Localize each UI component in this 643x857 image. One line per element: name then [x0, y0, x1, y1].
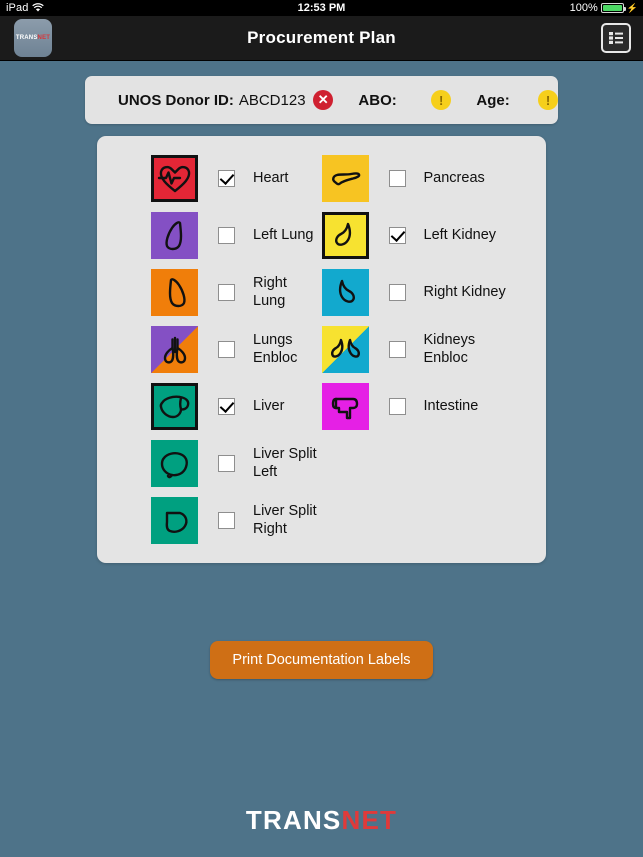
unchecked-checkbox-icon[interactable] [388, 170, 406, 187]
device-label: iPad [6, 2, 29, 14]
abo-label: ABO: [358, 91, 397, 109]
kidneys-enbloc-icon [331, 338, 360, 358]
donor-info-bar: UNOS Donor ID: ABCD123 ✕ ABO: ! Age: ! [85, 76, 558, 124]
navigation-bar: TRANSNET Procurement Plan [0, 16, 643, 61]
left-lung-icon [164, 220, 182, 250]
donor-id-value: ABCD123 [238, 91, 306, 109]
action-area: Print Documentation Labels [0, 641, 643, 679]
app-logo-text-accent: NET [37, 35, 51, 41]
organ-label: Intestine [423, 397, 479, 414]
organ-row[interactable]: Intestine [321, 378, 547, 435]
unchecked-checkbox-icon[interactable] [218, 455, 235, 472]
organ-label: Heart [253, 169, 289, 186]
organ-row[interactable]: Kidneys Enbloc [321, 321, 547, 378]
organ-tile-liver-split-left[interactable] [151, 440, 198, 487]
pancreas-icon [332, 171, 361, 185]
error-circle-icon[interactable]: ✕ [313, 90, 334, 110]
app-logo-text: TRANSNET [16, 35, 50, 41]
organ-row[interactable]: Left Lung [151, 207, 322, 264]
list-grid-icon [609, 32, 623, 44]
organ-label: Right Kidney [423, 283, 506, 300]
organ-tile-right-kidney[interactable] [321, 269, 369, 316]
intestine-icon [331, 397, 359, 419]
unchecked-checkbox-icon[interactable] [388, 341, 406, 358]
liver-split-right-icon [165, 511, 188, 533]
app-logo-text-primary: TRANS [15, 35, 38, 41]
unchecked-checkbox-icon[interactable] [218, 284, 235, 301]
organ-tile-liver[interactable] [151, 383, 198, 430]
organ-label: Right Lung [253, 274, 287, 309]
organ-row[interactable]: Liver [151, 378, 322, 435]
liver-icon [159, 395, 189, 418]
unchecked-checkbox-icon[interactable] [218, 512, 235, 529]
status-bar-left: iPad [6, 2, 45, 14]
left-kidney-icon [335, 222, 352, 246]
liver-split-left-icon [160, 451, 188, 478]
organ-label: Liver Split Right [253, 502, 317, 537]
checked-checkbox-icon[interactable] [388, 227, 406, 244]
organ-tile-left-kidney[interactable] [321, 212, 369, 259]
age-label: Age: [476, 91, 510, 109]
page-title: Procurement Plan [247, 28, 396, 47]
organ-column-right: Pancreas Left Kidney Right Kidney Kidneys En… [321, 150, 547, 549]
organ-tile-heart[interactable] [151, 155, 198, 202]
organ-row[interactable]: Left Kidney [321, 207, 547, 264]
lightning-bolt-icon: ⚡ [626, 2, 638, 13]
abo-warning-circle-icon[interactable]: ! [431, 90, 452, 110]
organ-tile-left-lung[interactable] [151, 212, 198, 259]
footer-logo: TRANSNET [246, 805, 397, 835]
unchecked-checkbox-icon[interactable] [388, 284, 406, 301]
footer-logo-accent: NET [341, 805, 398, 835]
age-warning-circle-icon[interactable]: ! [538, 90, 558, 110]
menu-button[interactable] [601, 23, 631, 53]
battery-percent-label: 100% [569, 2, 598, 14]
organ-tile-lungs-enbloc[interactable] [151, 326, 198, 373]
lungs-enbloc-icon [163, 336, 186, 364]
app-root: iPad 12:53 PM 100% ⚡ TRANSNET Procuremen… [0, 0, 643, 857]
transnet-app-logo[interactable]: TRANSNET [14, 19, 52, 57]
right-kidney-icon [338, 279, 355, 303]
organ-label: Kidneys Enbloc [423, 331, 476, 366]
battery-icon [600, 3, 626, 13]
checked-checkbox-icon[interactable] [218, 398, 235, 415]
organ-row[interactable]: Liver Split Right [151, 492, 322, 549]
organ-tile-right-lung[interactable] [151, 269, 198, 316]
status-bar-clock: 12:53 PM [297, 2, 346, 14]
checked-checkbox-icon[interactable] [218, 170, 235, 187]
organ-label: Left Kidney [423, 226, 497, 243]
wifi-icon [32, 3, 45, 13]
right-lung-icon [168, 277, 186, 307]
organ-label: Left Lung [253, 226, 314, 243]
organ-column-left: Heart Left Lung Right Lung Lungs Enbloc Live… [97, 150, 322, 549]
status-bar: iPad 12:53 PM 100% ⚡ [0, 0, 643, 16]
organ-label: Liver Split Left [253, 445, 317, 480]
print-documentation-labels-button[interactable]: Print Documentation Labels [210, 641, 433, 679]
organ-tile-liver-split-right[interactable] [151, 497, 198, 544]
organ-tile-kidneys-enbloc[interactable] [321, 326, 369, 373]
unchecked-checkbox-icon[interactable] [388, 398, 406, 415]
organ-row[interactable]: Liver Split Left [151, 435, 322, 492]
organ-row[interactable]: Lungs Enbloc [151, 321, 322, 378]
organ-row[interactable]: Pancreas [321, 150, 547, 207]
status-bar-right: 100% ⚡ [570, 0, 638, 16]
organ-row[interactable]: Heart [151, 150, 322, 207]
organ-label: Pancreas [423, 169, 485, 186]
footer: TRANSNET [0, 805, 643, 836]
organ-row[interactable]: Right Kidney [321, 264, 547, 321]
heart-icon [157, 165, 190, 192]
organ-row[interactable]: Right Lung [151, 264, 322, 321]
organ-label: Liver [253, 397, 285, 414]
footer-logo-primary: TRANS [245, 805, 342, 835]
organ-selection-card: Heart Left Lung Right Lung Lungs Enbloc Live… [97, 136, 546, 563]
donor-id-label: UNOS Donor ID: [118, 91, 234, 109]
organ-tile-intestine[interactable] [321, 383, 369, 430]
unchecked-checkbox-icon[interactable] [218, 227, 235, 244]
unchecked-checkbox-icon[interactable] [218, 341, 235, 358]
organ-tile-pancreas[interactable] [321, 155, 369, 202]
organ-label: Lungs Enbloc [253, 331, 298, 366]
